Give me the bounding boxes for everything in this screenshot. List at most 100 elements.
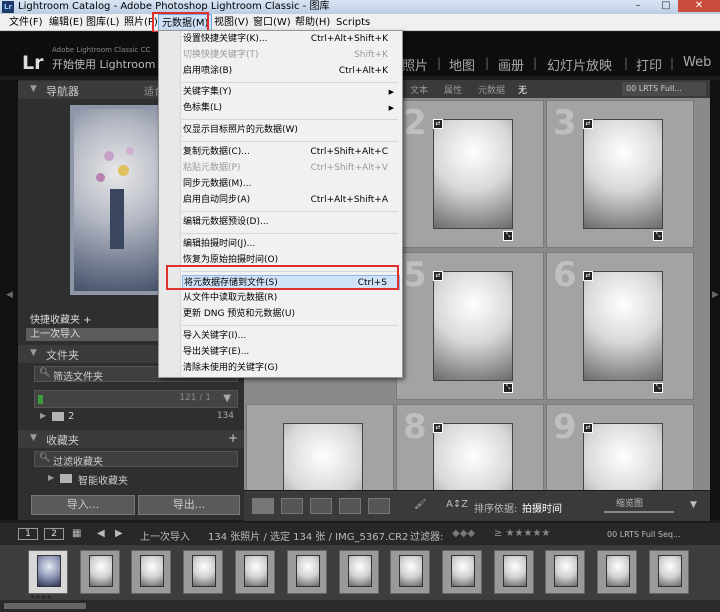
minimize-button[interactable]: – bbox=[624, 0, 652, 12]
folder-item[interactable]: ▶ 2 134 bbox=[34, 410, 238, 424]
filmstrip-thumb[interactable] bbox=[131, 550, 171, 594]
grid-cell[interactable]: 8 ⇄ bbox=[396, 404, 544, 490]
menu-item-toggle-keyword-shortcut[interactable]: 切换快捷关键字(T) Shift+K bbox=[182, 48, 400, 63]
menu-help[interactable]: 帮助(H) bbox=[292, 14, 333, 31]
triangle-right-icon[interactable]: ▶ bbox=[48, 473, 54, 482]
collections-header[interactable]: ▼ 收藏夹 + bbox=[18, 430, 244, 448]
menu-library[interactable]: 图库(L) bbox=[83, 14, 122, 31]
menu-item-purge-unused-keywords[interactable]: 清除未使用的关键字(G) bbox=[182, 361, 400, 376]
source-label[interactable]: 上一次导入 bbox=[140, 528, 190, 543]
menu-item-keyword-set[interactable]: 关键字集(Y) ▶ bbox=[182, 85, 400, 100]
filmstrip-thumb[interactable] bbox=[442, 550, 482, 594]
grid-cell[interactable]: 5 ⇄ ⤡ bbox=[396, 252, 544, 400]
filmstrip-thumb[interactable] bbox=[28, 550, 68, 594]
photo-thumbnail[interactable] bbox=[583, 423, 663, 490]
filmstrip-thumb[interactable] bbox=[545, 550, 585, 594]
filmstrip-thumb[interactable] bbox=[597, 550, 637, 594]
close-button[interactable]: ✕ bbox=[678, 0, 720, 12]
grid-cell[interactable] bbox=[246, 404, 394, 490]
import-button[interactable]: 导入... bbox=[31, 495, 135, 515]
sort-direction-icon[interactable]: A↕Z bbox=[446, 499, 468, 510]
filmstrip-thumb[interactable] bbox=[235, 550, 275, 594]
collection-search[interactable]: 🔍︎ 过滤收藏夹 bbox=[34, 451, 238, 468]
menu-item-paste-metadata[interactable]: 粘贴元数据(P) Ctrl+Shift+Alt+V bbox=[182, 161, 400, 176]
filmstrip-thumb[interactable] bbox=[649, 550, 689, 594]
module-slideshow[interactable]: 幻灯片放映 bbox=[547, 55, 612, 74]
photo-thumbnail[interactable] bbox=[433, 119, 513, 229]
photo-thumbnail[interactable] bbox=[583, 271, 663, 381]
menu-window[interactable]: 窗口(W) bbox=[250, 14, 294, 31]
collapse-right-icon[interactable]: ▶ bbox=[712, 290, 719, 300]
filmstrip-thumb[interactable] bbox=[339, 550, 379, 594]
scrollbar-thumb[interactable] bbox=[4, 603, 86, 609]
menu-view[interactable]: 视图(V) bbox=[211, 14, 252, 31]
grid-cell[interactable]: 2 ⇄ ⤡ bbox=[396, 100, 544, 248]
smart-collections-item[interactable]: ▶ 智能收藏夹 bbox=[48, 472, 238, 487]
filter-preset-select[interactable]: 00 LRTS Full... bbox=[622, 82, 706, 96]
painter-icon[interactable]: 🖌︎ bbox=[414, 499, 427, 510]
filmstrip-thumb[interactable] bbox=[494, 550, 534, 594]
filmstrip-thumb[interactable] bbox=[287, 550, 327, 594]
export-button[interactable]: 导出... bbox=[138, 495, 240, 515]
grid-cell[interactable]: 3 ⇄ ⤡ bbox=[546, 100, 694, 248]
filmstrip-thumb[interactable] bbox=[80, 550, 120, 594]
menu-item-update-dng[interactable]: 更新 DNG 预览和元数据(U) bbox=[182, 307, 400, 322]
module-print[interactable]: 打印 bbox=[636, 55, 662, 74]
filmstrip-scrollbar[interactable] bbox=[0, 600, 720, 612]
back-icon[interactable]: ◀ bbox=[97, 528, 105, 539]
survey-view-icon[interactable] bbox=[339, 498, 361, 514]
photo-thumbnail[interactable] bbox=[433, 423, 513, 490]
navigator-preview[interactable] bbox=[70, 105, 165, 295]
menu-item-copy-metadata[interactable]: 复制元数据(C)... Ctrl+Shift+Alt+C bbox=[182, 145, 400, 160]
people-view-icon[interactable] bbox=[368, 498, 390, 514]
filter-tab-metadata[interactable]: 元数据 bbox=[478, 83, 505, 96]
right-edge[interactable]: ▶ bbox=[710, 80, 720, 520]
loupe-view-icon[interactable] bbox=[281, 498, 303, 514]
rating-filter-stars-icon[interactable]: ≥ ★★★★★ bbox=[494, 528, 550, 539]
grid-small-icon[interactable]: ▦ bbox=[72, 528, 81, 539]
sort-select[interactable]: 拍摄时间 bbox=[522, 500, 562, 515]
filmstrip-thumb[interactable] bbox=[183, 550, 223, 594]
menu-item-show-target-metadata[interactable]: 仅显示目标照片的元数据(W) bbox=[182, 123, 400, 138]
photo-thumbnail[interactable] bbox=[583, 119, 663, 229]
menu-file[interactable]: 文件(F) bbox=[6, 14, 46, 31]
menu-item-edit-metadata-presets[interactable]: 编辑元数据预设(D)... bbox=[182, 215, 400, 230]
photo-thumbnail[interactable] bbox=[283, 423, 363, 490]
grid-view-icon[interactable] bbox=[252, 498, 274, 514]
menu-item-color-label-set[interactable]: 色标集(L) ▶ bbox=[182, 101, 400, 116]
filter-tab-attribute[interactable]: 属性 bbox=[444, 83, 462, 96]
display-2-button[interactable]: 2 bbox=[44, 528, 64, 540]
menu-item-enable-auto-sync[interactable]: 启用自动同步(A) Ctrl+Alt+Shift+A bbox=[182, 193, 400, 208]
display-1-button[interactable]: 1 bbox=[18, 528, 38, 540]
menu-edit[interactable]: 编辑(E) bbox=[46, 14, 86, 31]
dropdown-icon[interactable]: ▼ bbox=[223, 393, 231, 404]
toolbar-menu-icon[interactable]: ▼ bbox=[690, 500, 697, 510]
menu-item-export-keywords[interactable]: 导出关键字(E)... bbox=[182, 345, 400, 360]
module-photo[interactable]: 照片 bbox=[402, 55, 428, 74]
module-book[interactable]: 画册 bbox=[498, 55, 524, 74]
menu-item-import-keywords[interactable]: 导入关键字(I)... bbox=[182, 329, 400, 344]
menu-scripts[interactable]: Scripts bbox=[333, 14, 373, 31]
collapse-left-icon[interactable]: ◀ bbox=[6, 290, 13, 300]
filmstrip-thumb[interactable] bbox=[390, 550, 430, 594]
drive-row[interactable]: 121 / 1 ▼ bbox=[34, 390, 238, 408]
filmstrip-preset-select[interactable]: 00 LRTS Full Seq... bbox=[607, 530, 681, 539]
thumbnail-size-slider[interactable] bbox=[604, 511, 674, 513]
module-web[interactable]: Web bbox=[683, 55, 711, 70]
maximize-button[interactable]: □ bbox=[652, 0, 680, 12]
menu-item-edit-capture-time[interactable]: 编辑拍摄时间(J)... bbox=[182, 237, 400, 252]
flag-filter-icons[interactable]: ◆◆◆ bbox=[452, 528, 475, 539]
module-map[interactable]: 地图 bbox=[449, 55, 475, 74]
filter-tab-none[interactable]: 无 bbox=[518, 83, 527, 96]
menu-item-read-metadata-from-file[interactable]: 从文件中读取元数据(R) bbox=[182, 291, 400, 306]
filter-tab-text[interactable]: 文本 bbox=[410, 83, 428, 96]
grid-cell[interactable]: 6 ⇄ ⤡ bbox=[546, 252, 694, 400]
menu-item-set-keyword-shortcut[interactable]: 设置快捷关键字(K)... Ctrl+Alt+Shift+K bbox=[182, 32, 400, 47]
triangle-right-icon[interactable]: ▶ bbox=[40, 411, 46, 420]
grid-cell[interactable]: 9 ⇄ bbox=[546, 404, 694, 490]
forward-icon[interactable]: ▶ bbox=[115, 528, 123, 539]
left-edge[interactable]: ◀ bbox=[0, 80, 18, 520]
add-collection-icon[interactable]: + bbox=[228, 431, 238, 445]
photo-thumbnail[interactable] bbox=[433, 271, 513, 381]
menu-item-sync-metadata[interactable]: 同步元数据(M)... bbox=[182, 177, 400, 192]
